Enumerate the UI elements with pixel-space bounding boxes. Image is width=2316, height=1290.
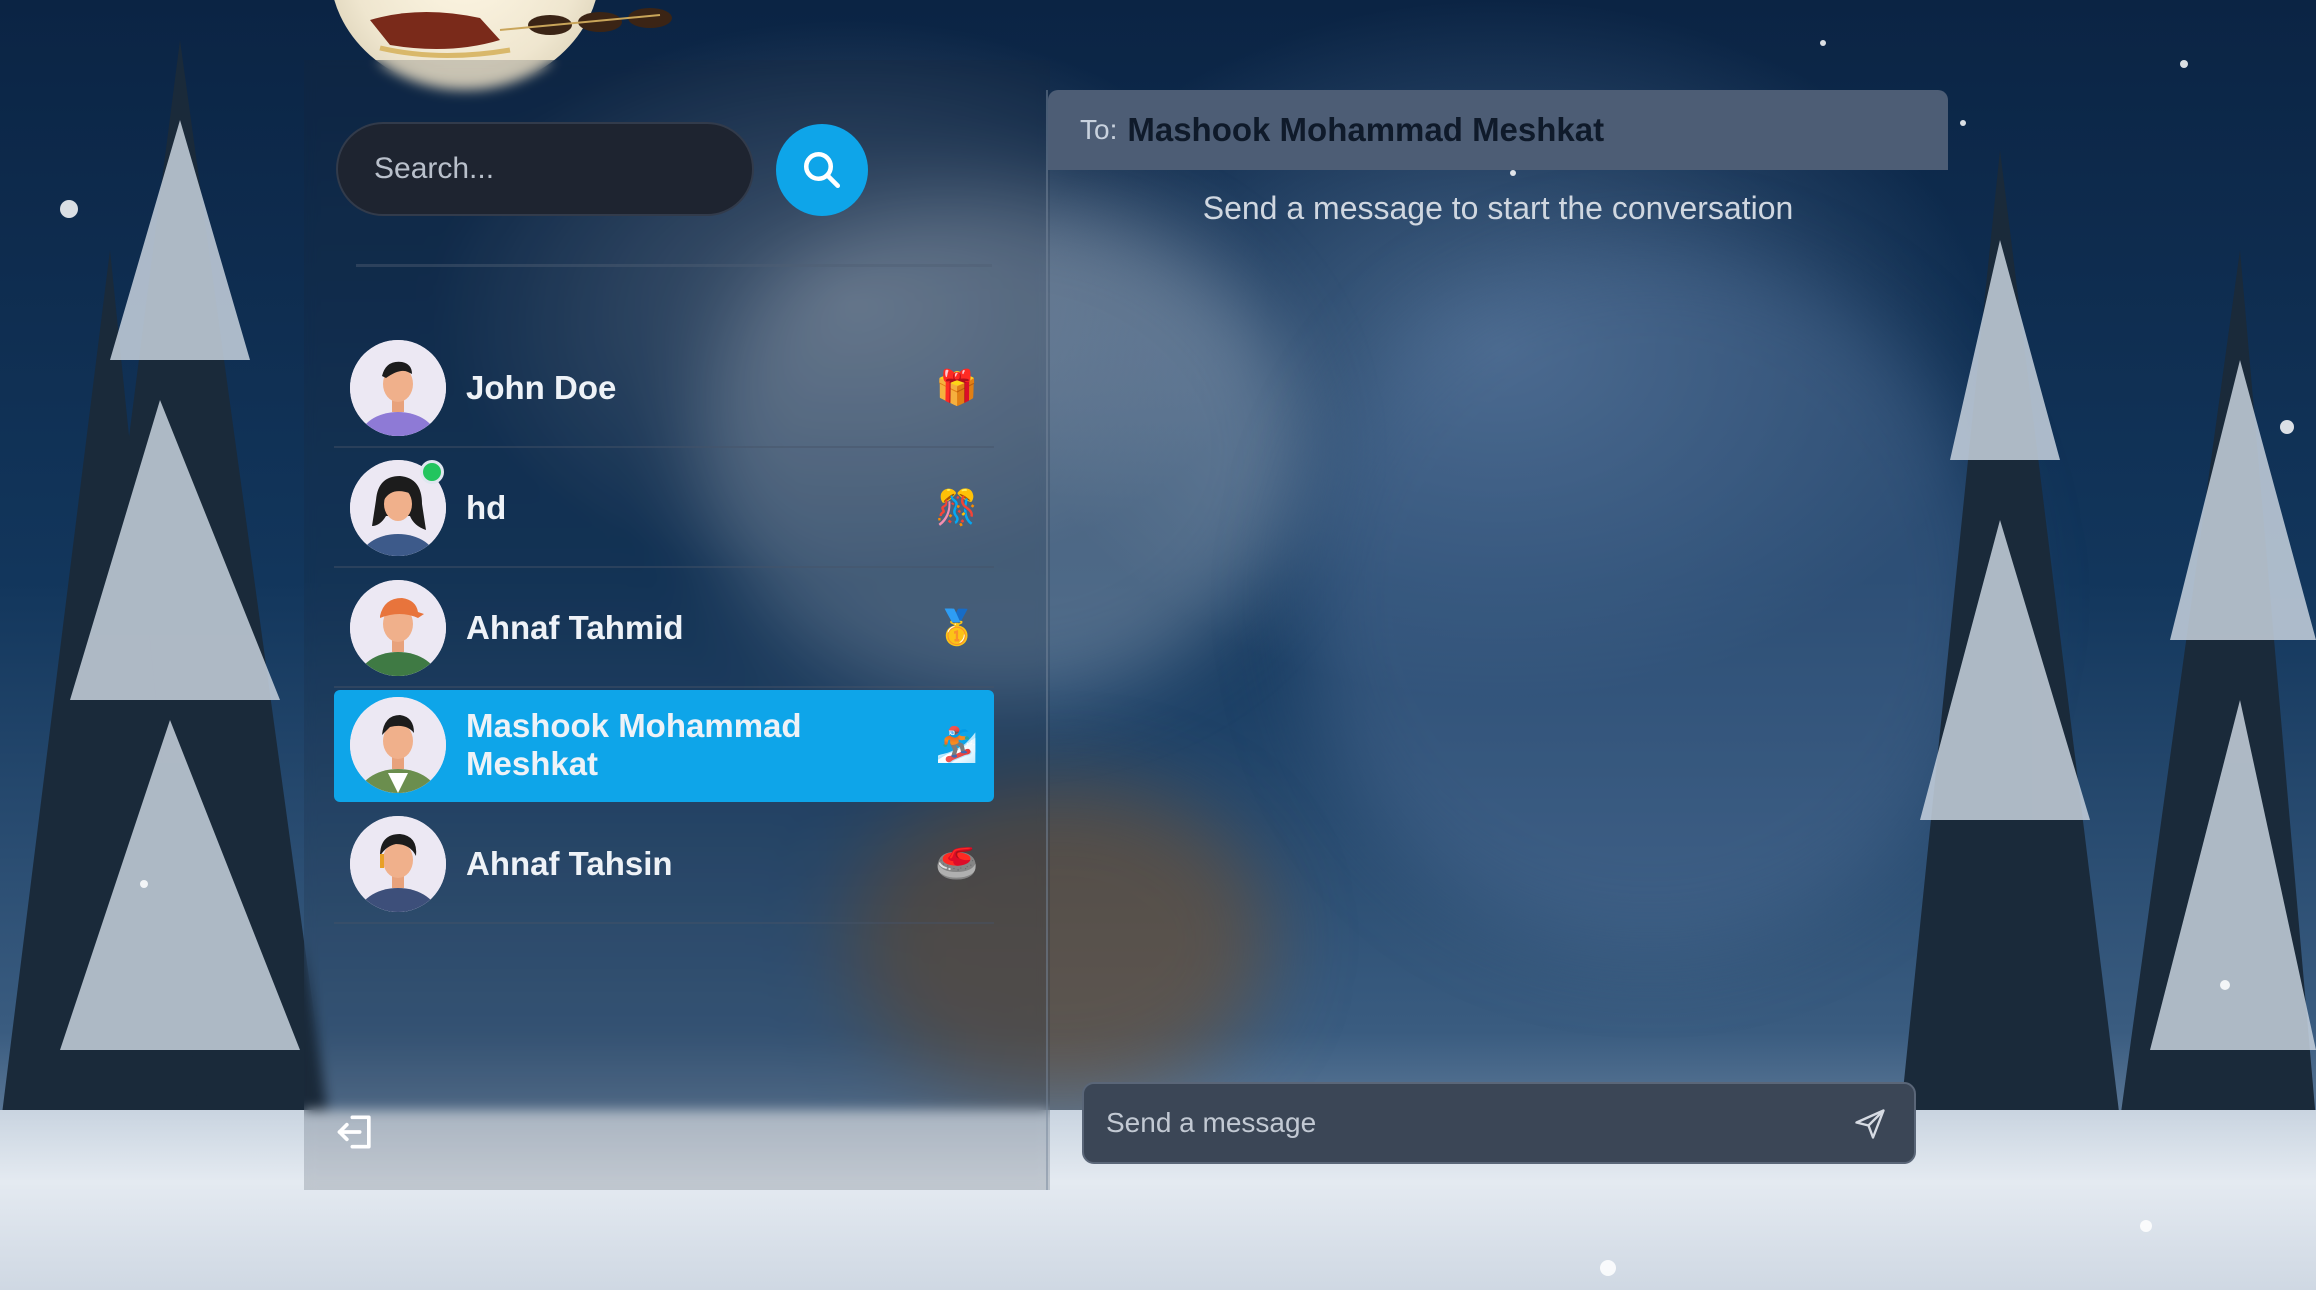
avatar — [350, 697, 446, 793]
contact-item[interactable]: Ahnaf Tahmid 🥇 — [334, 570, 994, 688]
search-field[interactable] — [336, 122, 754, 216]
search-input[interactable] — [372, 151, 736, 187]
contact-name: Mashook Mohammad Meshkat — [466, 707, 802, 782]
send-button[interactable] — [1852, 1106, 1888, 1142]
contact-list: John Doe 🎁 hd 🎊 Ahnaf Tahmid 🥇 Mashook M… — [334, 330, 994, 926]
conversations-sidebar: John Doe 🎁 hd 🎊 — [304, 60, 1050, 1190]
avatar — [350, 816, 446, 912]
curling-stone-emoji-icon: 🥌 — [935, 845, 979, 883]
search-button[interactable] — [776, 124, 868, 216]
contact-name: Ahnaf Tahsin — [466, 845, 673, 882]
send-icon — [1855, 1109, 1885, 1139]
contact-item[interactable]: John Doe 🎁 — [334, 330, 994, 448]
contact-item[interactable]: Ahnaf Tahsin 🥌 — [334, 806, 994, 924]
message-input[interactable] — [1104, 1106, 1848, 1140]
search-icon — [803, 151, 841, 189]
empty-conversation-text: Send a message to start the conversation — [1202, 190, 1794, 226]
gift-emoji-icon: 🎁 — [935, 369, 979, 407]
message-composer[interactable] — [1082, 1082, 1916, 1164]
medal-emoji-icon: 🥇 — [935, 609, 979, 647]
contact-name: hd — [466, 489, 507, 526]
chat-header: To: Mashook Mohammad Meshkat — [1048, 90, 1948, 170]
contact-name: John Doe — [466, 369, 617, 406]
contact-name: Ahnaf Tahmid — [466, 609, 684, 646]
divider — [356, 264, 992, 267]
contact-item[interactable]: hd 🎊 — [334, 450, 994, 568]
snowboarder-emoji-icon: 🏂 — [935, 726, 979, 764]
logout-button[interactable] — [334, 1110, 378, 1154]
avatar — [350, 340, 446, 436]
panel-divider — [1046, 90, 1048, 1190]
online-status-icon — [420, 460, 444, 484]
party-popper-emoji-icon: 🎊 — [935, 489, 979, 527]
recipient-name: Mashook Mohammad Meshkat — [1127, 111, 1605, 148]
contact-item-selected[interactable]: Mashook Mohammad Meshkat 🏂 — [334, 690, 994, 802]
logout-icon — [337, 1115, 371, 1149]
to-label: To: — [1080, 114, 1118, 145]
avatar — [350, 580, 446, 676]
